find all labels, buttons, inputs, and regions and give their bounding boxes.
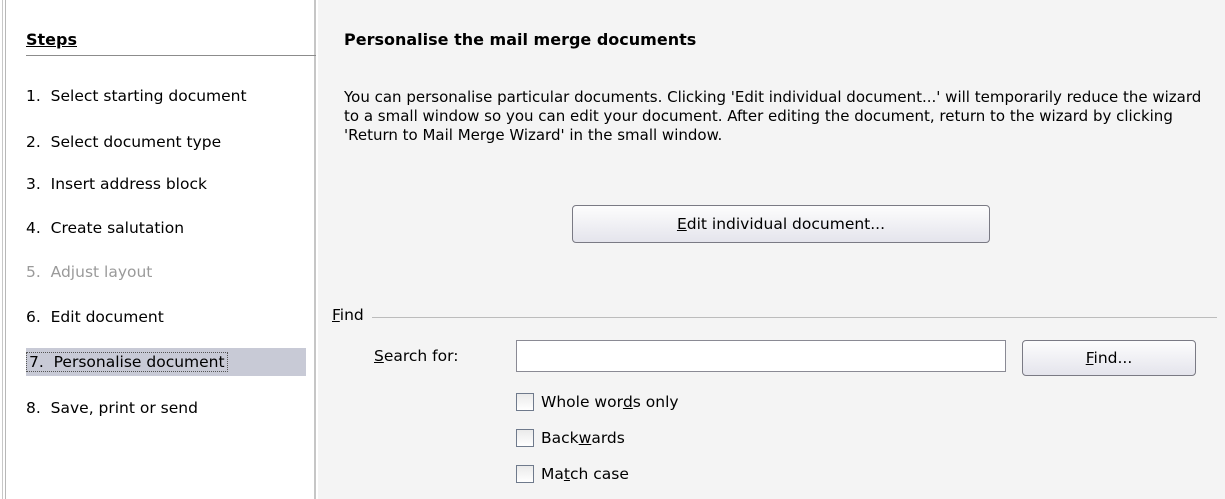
step-edit-document[interactable]: 6. Edit document (26, 303, 168, 331)
step-label: 8. Save, print or send (26, 399, 198, 417)
step-label: 1. Select starting document (26, 87, 247, 105)
step-create-salutation[interactable]: 4. Create salutation (26, 214, 188, 242)
whole-words-only-option[interactable]: Whole wor d s only (516, 390, 679, 414)
page-title: Personalise the mail merge documents (344, 30, 697, 49)
option-label-before: Whole wor (541, 393, 623, 411)
step-adjust-layout: 5. Adjust layout (26, 258, 156, 286)
option-label-after: ards (591, 429, 625, 447)
option-label-after: s only (632, 393, 679, 411)
match-case-option[interactable]: Ma t ch case (516, 462, 629, 486)
find-group-label: Find (332, 306, 372, 324)
mnemonic-letter: w (578, 429, 592, 447)
button-label: dit individual document... (686, 215, 886, 233)
find-button[interactable]: Find... (1022, 340, 1196, 376)
match-case-checkbox[interactable] (516, 465, 534, 483)
step-label: 6. Edit document (26, 308, 164, 326)
mnemonic-letter: F (1085, 349, 1094, 367)
step-save-print-send[interactable]: 8. Save, print or send (26, 394, 202, 422)
label-text: earch for: (383, 347, 459, 365)
mnemonic-letter: E (676, 215, 687, 233)
option-label-after: ch case (569, 465, 629, 483)
main-panel: Personalise the mail merge documents You… (318, 0, 1225, 499)
option-label-before: Ma (541, 465, 564, 483)
step-label: 4. Create salutation (26, 219, 185, 237)
search-input[interactable] (516, 340, 1006, 372)
step-label: 5. Adjust layout (26, 263, 153, 281)
step-select-document-type[interactable]: 2. Select document type (26, 128, 225, 156)
option-label-before: Back (541, 429, 579, 447)
mnemonic-letter: F (332, 306, 340, 324)
step-label: 7. Personalise document (26, 352, 228, 372)
step-personalise-document[interactable]: 7. Personalise document (26, 348, 306, 376)
step-select-starting-document[interactable]: 1. Select starting document (26, 82, 251, 110)
backwards-checkbox[interactable] (516, 429, 534, 447)
mnemonic-letter: S (374, 347, 384, 365)
find-group-divider (332, 317, 1217, 318)
button-label: ind... (1093, 349, 1133, 367)
step-label: 2. Select document type (26, 133, 222, 151)
steps-sidebar: Steps 1. Select starting document 2. Sel… (6, 0, 316, 499)
search-for-label: Search for: (374, 347, 458, 365)
backwards-option[interactable]: Back w ards (516, 426, 625, 450)
steps-title: Steps (26, 30, 316, 56)
step-label: 3. Insert address block (26, 175, 207, 193)
edit-individual-document-button[interactable]: Edit individual document... (572, 205, 990, 243)
description-text: You can personalise particular documents… (344, 88, 1202, 144)
step-insert-address-block[interactable]: 3. Insert address block (26, 170, 211, 198)
group-label-text: ind (339, 306, 364, 324)
whole-words-only-checkbox[interactable] (516, 393, 534, 411)
mnemonic-letter: d (622, 393, 633, 411)
